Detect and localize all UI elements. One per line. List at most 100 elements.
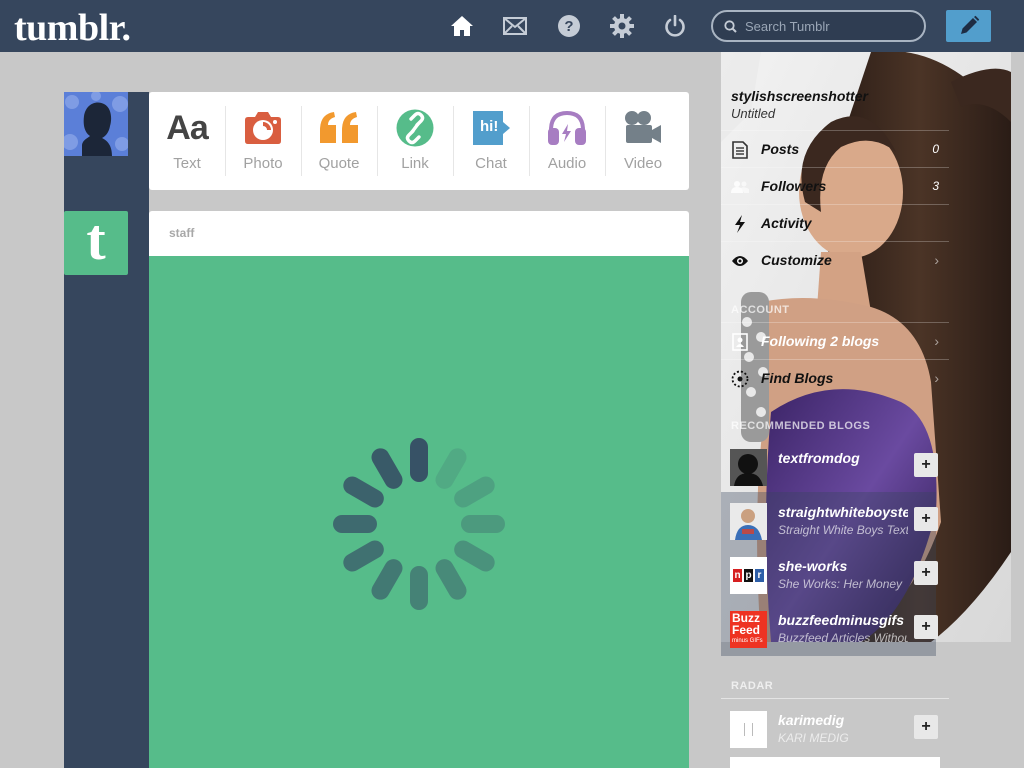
spinner-segment <box>435 448 467 489</box>
post-type-audio[interactable]: Audio <box>529 92 605 190</box>
top-bar: tumblr. ? <box>0 0 1024 52</box>
sidebar-item-customize[interactable]: Customize › <box>721 241 949 278</box>
follow-button[interactable]: + <box>914 561 938 585</box>
headphones-icon <box>529 109 605 147</box>
recommended-blog[interactable]: straightwhiteboystexting Straight White … <box>721 503 949 557</box>
sidebar-item-label: Activity <box>761 215 812 231</box>
spinner-segment <box>410 438 428 482</box>
blog-avatar <box>730 503 767 540</box>
tumblr-logo[interactable]: tumblr. <box>14 6 131 50</box>
chevron-right-icon: › <box>934 252 939 268</box>
post-type-label: Link <box>401 155 429 172</box>
radar-heading: RADAR <box>731 680 774 692</box>
settings-icon[interactable] <box>609 13 635 39</box>
blog-description: Buzzfeed Articles Without GIFs <box>778 631 908 645</box>
loading-spinner-icon <box>333 438 505 610</box>
power-icon[interactable] <box>662 13 688 39</box>
blog-name: textfromdog <box>778 450 860 466</box>
help-icon[interactable]: ? <box>556 13 582 39</box>
post-type-quote[interactable]: Quote <box>301 92 377 190</box>
post-content <box>149 256 689 768</box>
svg-text:?: ? <box>564 18 573 35</box>
sidebar-item-label: Following 2 blogs <box>761 333 880 349</box>
spinner-segment <box>435 559 467 600</box>
spinner-segment <box>454 540 495 572</box>
post-type-photo[interactable]: Photo <box>225 92 301 190</box>
blog-avatar <box>730 449 767 486</box>
blog-name: buzzfeedminusgifs <box>778 612 905 628</box>
mail-icon[interactable] <box>502 13 528 39</box>
dashboard-rail <box>64 92 149 768</box>
buzzfeed-logo-line2: Feed <box>732 623 761 637</box>
video-camera-icon <box>605 109 681 147</box>
staff-avatar[interactable]: t <box>64 211 128 275</box>
recommended-blog[interactable]: Buzz Feed minus GIFs buzzfeedminusgifs B… <box>721 611 949 665</box>
chevron-right-icon: › <box>934 333 939 349</box>
radar-post-preview[interactable] <box>730 757 940 768</box>
document-icon <box>731 141 749 159</box>
contacts-icon <box>731 333 749 351</box>
post-type-text[interactable]: Aa Text <box>149 92 225 190</box>
chat-icon: hi! <box>453 109 529 147</box>
follow-button[interactable]: + <box>914 507 938 531</box>
link-icon <box>377 109 453 147</box>
people-icon <box>731 178 749 196</box>
post-type-bar: Aa Text Photo Quote Link hi! Chat Audio <box>149 92 689 190</box>
blog-name: straightwhiteboystexting <box>778 504 908 520</box>
home-icon[interactable] <box>449 13 475 39</box>
follow-button[interactable]: + <box>914 453 938 477</box>
spinner-segment <box>343 476 384 508</box>
account-heading: ACCOUNT <box>731 304 790 316</box>
npr-logo-p: p <box>744 569 753 582</box>
tumblr-t-logo: t <box>86 207 106 272</box>
eye-icon <box>731 252 749 270</box>
follow-button[interactable]: + <box>914 715 938 739</box>
text-icon: Aa <box>166 108 208 147</box>
post-type-label: Quote <box>318 155 360 172</box>
post-type-label: Photo <box>243 155 283 172</box>
lightning-icon <box>731 215 749 233</box>
sidebar-item-label: Followers <box>761 178 827 194</box>
sidebar-item-label: Posts <box>761 141 800 157</box>
compose-button[interactable] <box>946 10 991 42</box>
spinner-segment <box>454 476 495 508</box>
sidebar-item-count: 3 <box>932 179 939 193</box>
sidebar-item-activity[interactable]: Activity <box>721 204 949 241</box>
post-type-label: Text <box>173 155 201 172</box>
blog-description: Straight White Boys Texting <box>778 523 908 537</box>
divider <box>721 698 949 699</box>
right-sidebar: stylishscreenshotter Untitled Posts 0 Fo… <box>721 52 1024 768</box>
npr-logo-r: r <box>755 569 764 582</box>
recommended-blog[interactable]: n p r she-works She Works: Her Money + <box>721 557 949 611</box>
spinner-segment <box>371 559 403 600</box>
sidebar-item-following[interactable]: Following 2 blogs › <box>721 322 949 359</box>
post-type-chat[interactable]: hi! Chat <box>453 92 529 190</box>
blog-description: She Works: Her Money <box>778 577 903 591</box>
chevron-right-icon: › <box>934 370 939 386</box>
blog-avatar: n p r <box>730 557 767 594</box>
blog-name: karimedig <box>778 712 845 728</box>
buzzfeed-logo-line3: minus GIFs <box>732 638 763 644</box>
blog-title: Untitled <box>731 106 776 121</box>
post-username[interactable]: staff <box>169 226 194 240</box>
sidebar-item-find-blogs[interactable]: Find Blogs › <box>721 359 949 396</box>
npr-logo-n: n <box>733 569 742 582</box>
spinner-segment <box>461 515 505 533</box>
follow-button[interactable]: + <box>914 615 938 639</box>
post-type-label: Video <box>623 155 663 172</box>
spinner-segment <box>371 448 403 489</box>
search-box[interactable] <box>711 10 926 42</box>
post-type-video[interactable]: Video <box>605 92 681 190</box>
recommended-blog[interactable]: textfromdog + <box>721 449 949 503</box>
post-type-link[interactable]: Link <box>377 92 453 190</box>
sidebar-item-posts[interactable]: Posts 0 <box>721 130 949 167</box>
search-input[interactable] <box>745 17 915 35</box>
blog-avatar <box>730 711 767 748</box>
blog-name[interactable]: stylishscreenshotter <box>731 88 868 104</box>
sidebar-item-followers[interactable]: Followers 3 <box>721 167 949 204</box>
post-type-label: Audio <box>547 155 587 172</box>
sidebar-item-label: Customize <box>761 252 832 268</box>
search-icon <box>724 20 737 33</box>
user-avatar[interactable] <box>64 92 128 156</box>
sidebar-item-count: 0 <box>932 142 939 156</box>
